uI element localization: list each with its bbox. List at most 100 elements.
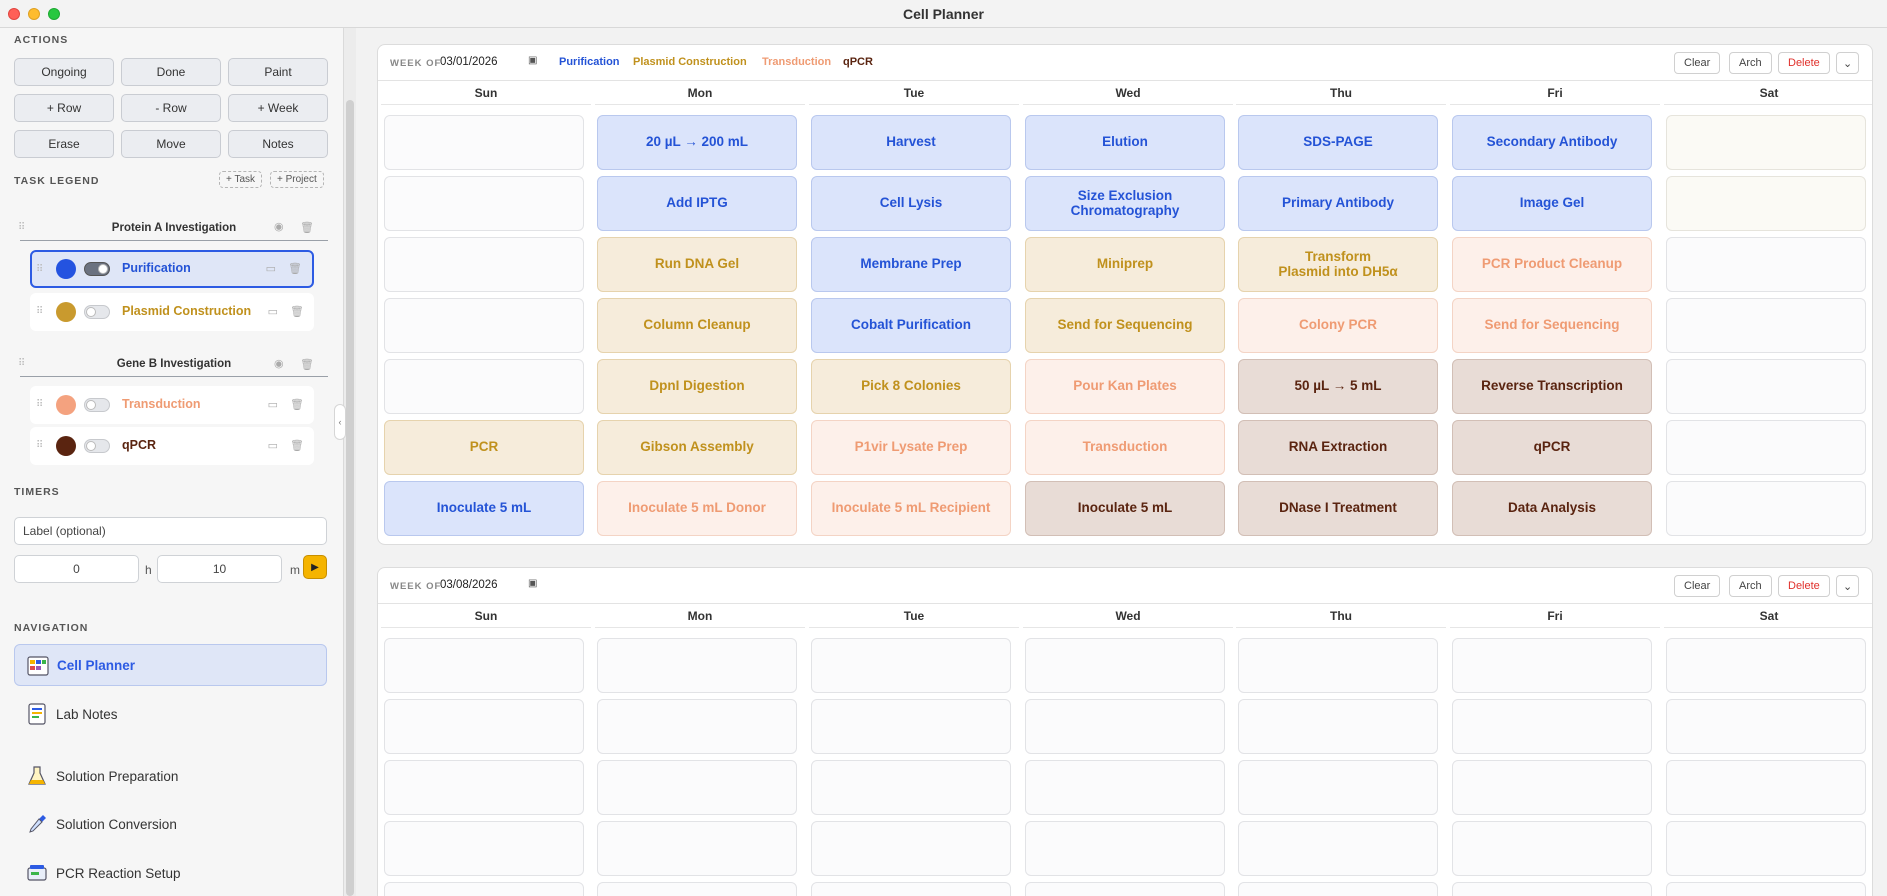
delete-week-button[interactable]: Delete bbox=[1778, 52, 1830, 74]
task-cell[interactable]: Secondary Antibody bbox=[1452, 115, 1652, 170]
visibility-eye-icon[interactable]: ◉ bbox=[274, 220, 284, 233]
empty-cell[interactable] bbox=[384, 359, 584, 414]
timer-minutes-input[interactable]: 10 bbox=[157, 555, 282, 583]
task-color-dot[interactable] bbox=[56, 436, 76, 456]
add-project-button[interactable]: + Project bbox=[270, 171, 324, 188]
empty-cell[interactable] bbox=[1452, 760, 1652, 815]
task-cell[interactable]: Inoculate 5 mL Recipient bbox=[811, 481, 1011, 536]
task-cell[interactable]: Transduction bbox=[1025, 420, 1225, 475]
trash-icon[interactable]: 🗑 bbox=[290, 439, 304, 452]
empty-cell[interactable] bbox=[1238, 638, 1438, 693]
empty-cell[interactable] bbox=[1666, 882, 1866, 896]
nav-solution-preparation[interactable]: Solution Preparation bbox=[14, 755, 327, 797]
add-task-button[interactable]: + Task bbox=[219, 171, 262, 188]
task-cell[interactable]: Inoculate 5 mL bbox=[384, 481, 584, 536]
legend-task-plasmid-construction[interactable]: ⠿ Plasmid Construction ▭ 🗑 bbox=[30, 293, 314, 331]
week-collapse-button[interactable]: ⌄ bbox=[1836, 575, 1860, 597]
legend-task-transduction[interactable]: ⠿ Transduction ▭ 🗑 bbox=[30, 386, 314, 424]
task-cell[interactable]: PCR bbox=[384, 420, 584, 475]
start-timer-button[interactable]: ▶ bbox=[303, 555, 327, 579]
task-cell[interactable]: Inoculate 5 mL bbox=[1025, 481, 1225, 536]
clear-week-button[interactable]: Clear bbox=[1674, 52, 1721, 74]
empty-cell[interactable] bbox=[1666, 237, 1866, 292]
task-cell[interactable]: Add IPTG bbox=[597, 176, 797, 231]
week-collapse-button[interactable]: ⌄ bbox=[1836, 52, 1860, 74]
empty-cell[interactable] bbox=[1025, 882, 1225, 896]
legend-chip-purification[interactable]: Purification bbox=[559, 56, 620, 68]
empty-cell[interactable] bbox=[1452, 638, 1652, 693]
task-visibility-toggle[interactable] bbox=[84, 262, 110, 276]
task-cell[interactable]: Data Analysis bbox=[1452, 481, 1652, 536]
nav-solution-conversion[interactable]: Solution Conversion bbox=[14, 803, 327, 845]
drag-handle-icon[interactable]: ⠿ bbox=[36, 399, 43, 410]
add-week-button[interactable]: + Week bbox=[228, 94, 328, 122]
legend-task-qpcr[interactable]: ⠿ qPCR ▭ 🗑 bbox=[30, 427, 314, 465]
add-row-button[interactable]: + Row bbox=[14, 94, 114, 122]
empty-cell[interactable] bbox=[384, 298, 584, 353]
task-cell[interactable]: Gibson Assembly bbox=[597, 420, 797, 475]
timer-hours-input[interactable]: 0 bbox=[14, 555, 139, 583]
task-cell[interactable]: PCR Product Cleanup bbox=[1452, 237, 1652, 292]
empty-cell[interactable] bbox=[1666, 298, 1866, 353]
empty-cell[interactable] bbox=[1238, 821, 1438, 876]
task-visibility-toggle[interactable] bbox=[84, 305, 110, 319]
empty-cell[interactable] bbox=[811, 699, 1011, 754]
empty-cell[interactable] bbox=[1025, 760, 1225, 815]
empty-cell[interactable] bbox=[811, 760, 1011, 815]
legend-chip-plasmid-construction[interactable]: Plasmid Construction bbox=[633, 56, 747, 68]
task-cell[interactable]: Pour Kan Plates bbox=[1025, 359, 1225, 414]
empty-cell[interactable] bbox=[597, 699, 797, 754]
task-cell[interactable]: Colony PCR bbox=[1238, 298, 1438, 353]
empty-cell[interactable] bbox=[1025, 638, 1225, 693]
task-color-dot[interactable] bbox=[56, 259, 76, 279]
empty-cell[interactable] bbox=[1666, 760, 1866, 815]
remove-row-button[interactable]: - Row bbox=[121, 94, 221, 122]
task-cell[interactable]: Transform Plasmid into DH5α bbox=[1238, 237, 1438, 292]
trash-icon[interactable]: 🗑 bbox=[300, 358, 314, 371]
empty-cell[interactable] bbox=[597, 638, 797, 693]
empty-cell[interactable] bbox=[384, 882, 584, 896]
move-button[interactable]: Move bbox=[121, 130, 221, 158]
task-cell[interactable]: P1vir Lysate Prep bbox=[811, 420, 1011, 475]
task-cell[interactable]: Primary Antibody bbox=[1238, 176, 1438, 231]
task-color-dot[interactable] bbox=[56, 395, 76, 415]
legend-chip-qpcr[interactable]: qPCR bbox=[843, 56, 873, 68]
empty-cell[interactable] bbox=[811, 638, 1011, 693]
empty-cell[interactable] bbox=[1666, 359, 1866, 414]
archive-icon[interactable]: ▭ bbox=[268, 439, 278, 452]
task-cell[interactable]: Cobalt Purification bbox=[811, 298, 1011, 353]
week-date-input[interactable]: 03/08/2026 bbox=[440, 579, 498, 591]
task-cell[interactable]: Pick 8 Colonies bbox=[811, 359, 1011, 414]
task-cell[interactable]: Miniprep bbox=[1025, 237, 1225, 292]
delete-week-button[interactable]: Delete bbox=[1778, 575, 1830, 597]
empty-cell[interactable] bbox=[1238, 699, 1438, 754]
task-cell[interactable]: 50 µL → 5 mL bbox=[1238, 359, 1438, 414]
empty-cell[interactable] bbox=[1025, 821, 1225, 876]
task-cell[interactable]: Harvest bbox=[811, 115, 1011, 170]
nav-pcr-reaction-setup[interactable]: PCR Reaction Setup bbox=[14, 852, 327, 894]
empty-cell[interactable] bbox=[384, 821, 584, 876]
empty-cell[interactable] bbox=[811, 821, 1011, 876]
nav-lab-notes[interactable]: Lab Notes bbox=[14, 693, 327, 735]
archive-week-button[interactable]: Arch bbox=[1729, 52, 1772, 74]
task-cell[interactable]: qPCR bbox=[1452, 420, 1652, 475]
empty-cell[interactable] bbox=[1238, 760, 1438, 815]
trash-icon[interactable]: 🗑 bbox=[300, 221, 314, 234]
empty-cell[interactable] bbox=[597, 821, 797, 876]
empty-cell[interactable] bbox=[1666, 420, 1866, 475]
task-cell[interactable]: Send for Sequencing bbox=[1025, 298, 1225, 353]
task-cell[interactable]: DNase I Treatment bbox=[1238, 481, 1438, 536]
task-cell[interactable]: Inoculate 5 mL Donor bbox=[597, 481, 797, 536]
trash-icon[interactable]: 🗑 bbox=[290, 305, 304, 318]
archive-icon[interactable]: ▭ bbox=[268, 305, 278, 318]
task-cell[interactable]: Size Exclusion Chromatography bbox=[1025, 176, 1225, 231]
collapse-sidebar-button[interactable]: ‹ bbox=[334, 404, 346, 440]
nav-cell-planner[interactable]: Cell Planner bbox=[14, 644, 327, 686]
empty-cell[interactable] bbox=[1452, 821, 1652, 876]
empty-cell[interactable] bbox=[1666, 176, 1866, 231]
empty-cell[interactable] bbox=[384, 115, 584, 170]
task-cell[interactable]: DpnI Digestion bbox=[597, 359, 797, 414]
task-color-dot[interactable] bbox=[56, 302, 76, 322]
clear-week-button[interactable]: Clear bbox=[1674, 575, 1721, 597]
empty-cell[interactable] bbox=[1666, 115, 1866, 170]
